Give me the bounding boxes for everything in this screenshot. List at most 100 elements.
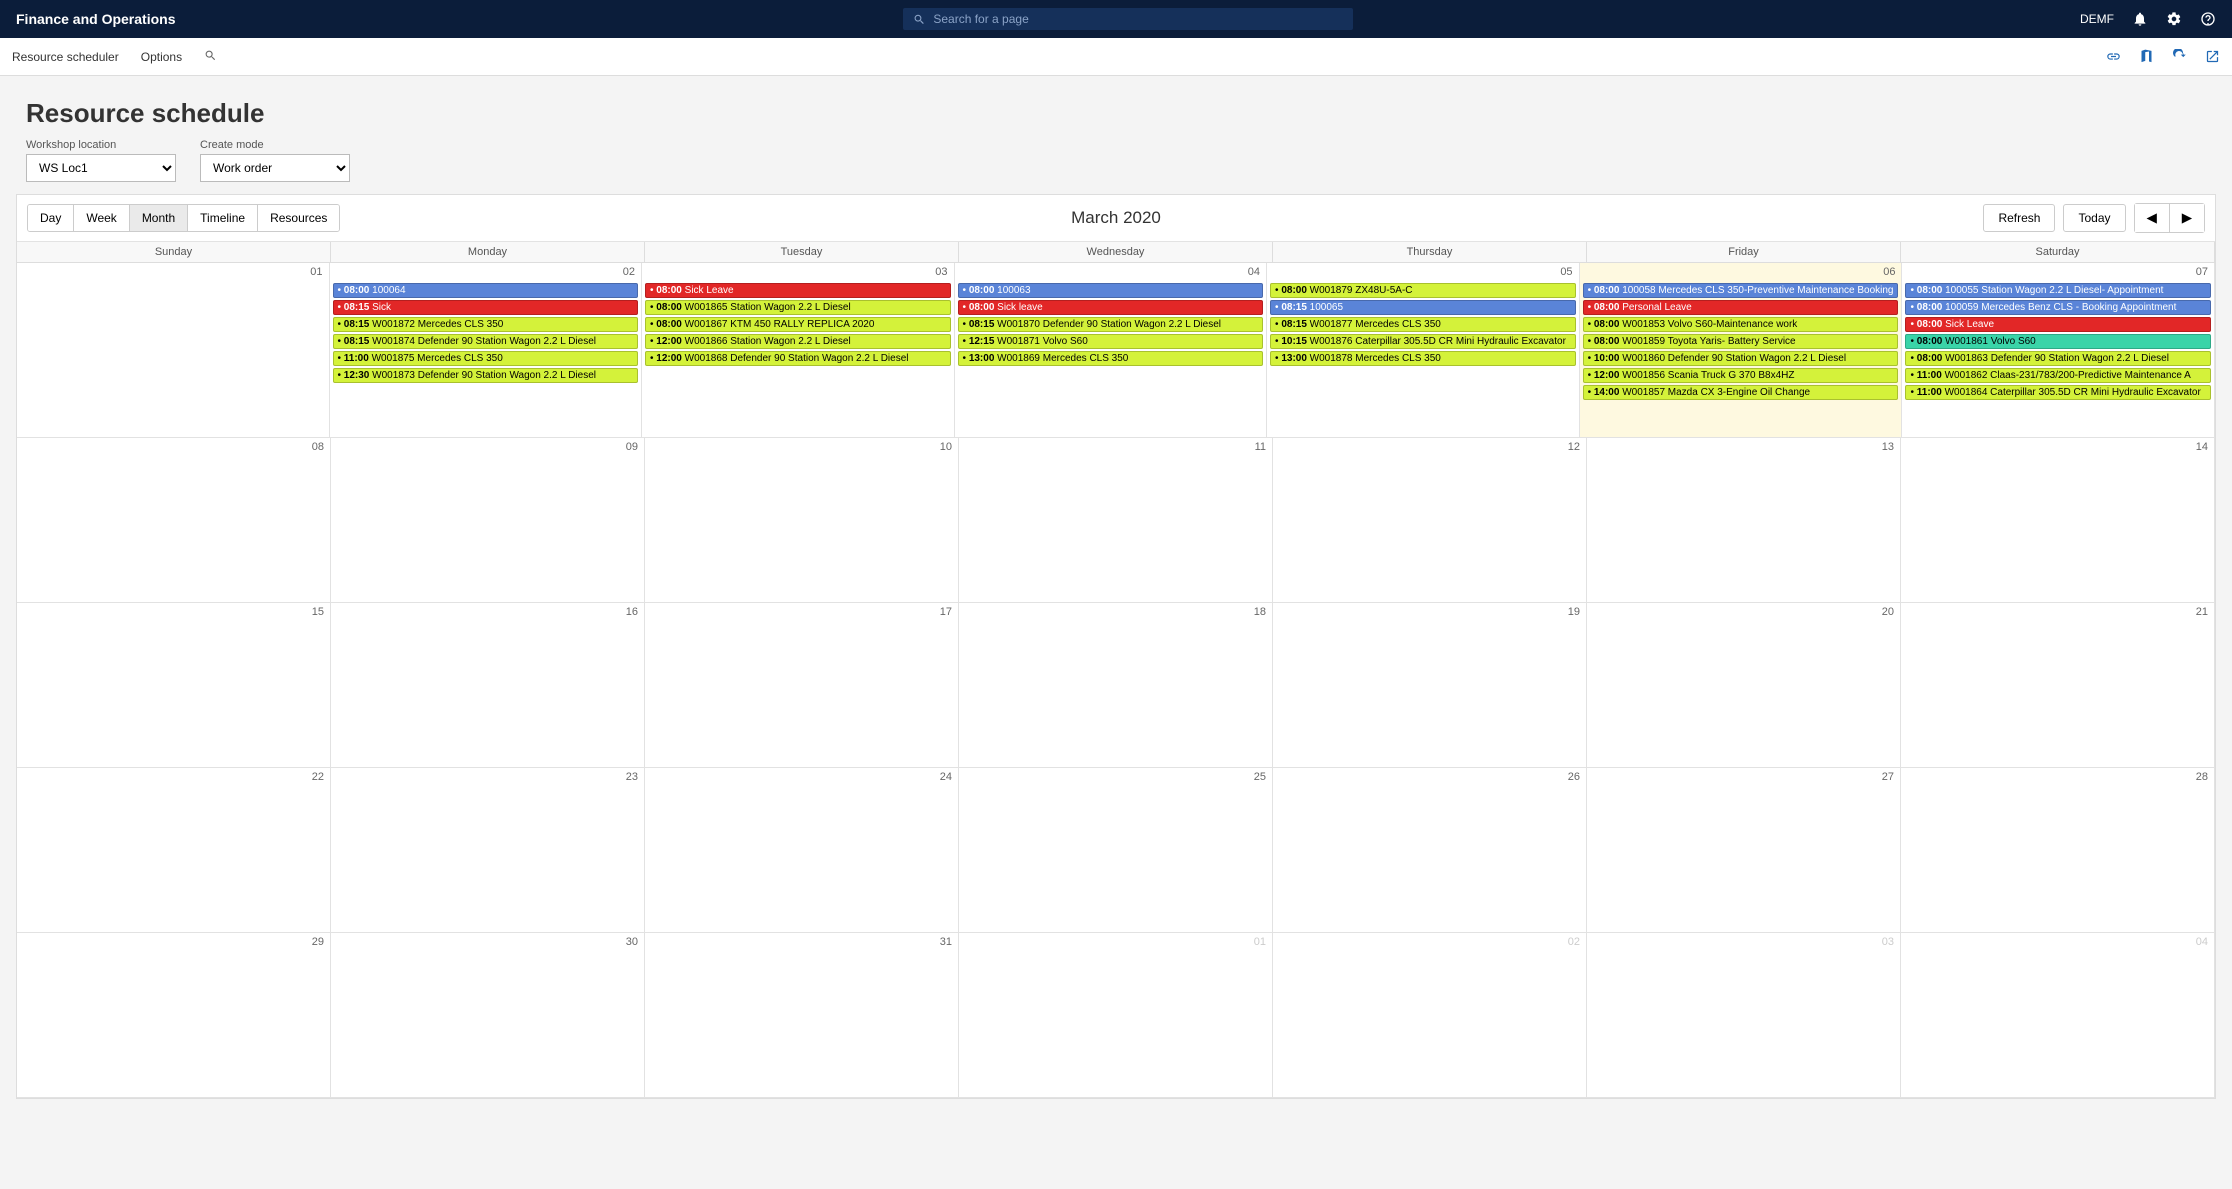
day-cell[interactable]: 29	[17, 933, 331, 1098]
day-cell[interactable]: 24	[645, 768, 959, 933]
calendar-event[interactable]: • 08:15 W001874 Defender 90 Station Wago…	[333, 334, 639, 349]
view-day[interactable]: Day	[28, 205, 74, 231]
tab-options[interactable]: Options	[141, 50, 182, 64]
view-month[interactable]: Month	[130, 205, 188, 231]
calendar-event[interactable]: • 11:00 W001862 Claas-231/783/200-Predic…	[1905, 368, 2211, 383]
day-cell[interactable]: 14	[1901, 438, 2215, 603]
day-cell[interactable]: 12	[1273, 438, 1587, 603]
office-icon[interactable]	[2139, 49, 2154, 64]
calendar-event[interactable]: • 08:00 W001865 Station Wagon 2.2 L Dies…	[645, 300, 951, 315]
calendar-event[interactable]: • 08:00 W001861 Volvo S60	[1905, 334, 2211, 349]
day-cell[interactable]: 05• 08:00 W001879 ZX48U-5A-C• 08:15 1000…	[1267, 263, 1580, 438]
day-cell[interactable]: 22	[17, 768, 331, 933]
day-cell[interactable]: 08	[17, 438, 331, 603]
day-cell[interactable]: 26	[1273, 768, 1587, 933]
calendar-event[interactable]: • 08:00 100055 Station Wagon 2.2 L Diese…	[1905, 283, 2211, 298]
link-icon[interactable]	[2106, 49, 2121, 64]
day-cell[interactable]: 07• 08:00 100055 Station Wagon 2.2 L Die…	[1902, 263, 2215, 438]
company-code[interactable]: DEMF	[2080, 12, 2114, 26]
calendar-event[interactable]: • 11:00 W001875 Mercedes CLS 350	[333, 351, 639, 366]
day-cell[interactable]: 03	[1587, 933, 1901, 1098]
calendar-event[interactable]: • 13:00 W001869 Mercedes CLS 350	[958, 351, 1264, 366]
day-cell[interactable]: 03• 08:00 Sick Leave• 08:00 W001865 Stat…	[642, 263, 955, 438]
day-cell[interactable]: 25	[959, 768, 1273, 933]
calendar-event[interactable]: • 10:15 W001876 Caterpillar 305.5D CR Mi…	[1270, 334, 1576, 349]
view-week[interactable]: Week	[74, 205, 129, 231]
day-cell[interactable]: 09	[331, 438, 645, 603]
next-button[interactable]: ▶	[2170, 204, 2204, 232]
popout-icon[interactable]	[2205, 49, 2220, 64]
global-search[interactable]	[903, 8, 1353, 30]
calendar-event[interactable]: • 14:00 W001857 Mazda CX 3-Engine Oil Ch…	[1583, 385, 1899, 400]
refresh-icon[interactable]	[2172, 49, 2187, 64]
search-input[interactable]	[925, 12, 1342, 26]
day-number: 12	[1568, 441, 1580, 453]
day-cell[interactable]: 30	[331, 933, 645, 1098]
day-number: 23	[626, 771, 638, 783]
day-cell[interactable]: 01	[959, 933, 1273, 1098]
calendar-event[interactable]: • 08:15 Sick	[333, 300, 639, 315]
calendar-event[interactable]: • 12:15 W001871 Volvo S60	[958, 334, 1264, 349]
calendar-event[interactable]: • 08:00 Personal Leave	[1583, 300, 1899, 315]
calendar-event[interactable]: • 08:00 W001867 KTM 450 RALLY REPLICA 20…	[645, 317, 951, 332]
day-cell[interactable]: 02	[1273, 933, 1587, 1098]
view-timeline[interactable]: Timeline	[188, 205, 258, 231]
day-cell[interactable]: 28	[1901, 768, 2215, 933]
day-cell[interactable]: 04• 08:00 100063• 08:00 Sick leave• 08:1…	[955, 263, 1268, 438]
day-cell[interactable]: 23	[331, 768, 645, 933]
calendar-event[interactable]: • 11:00 W001864 Caterpillar 305.5D CR Mi…	[1905, 385, 2211, 400]
day-cell[interactable]: 27	[1587, 768, 1901, 933]
day-cell[interactable]: 06• 08:00 100058 Mercedes CLS 350-Preven…	[1580, 263, 1903, 438]
calendar-event[interactable]: • 08:00 100064	[333, 283, 639, 298]
day-cell[interactable]: 20	[1587, 603, 1901, 768]
day-cell[interactable]: 16	[331, 603, 645, 768]
calendar-event[interactable]: • 13:00 W001878 Mercedes CLS 350	[1270, 351, 1576, 366]
view-resources[interactable]: Resources	[258, 205, 339, 231]
calendar-event[interactable]: • 08:00 100059 Mercedes Benz CLS - Booki…	[1905, 300, 2211, 315]
calendar-event[interactable]: • 08:15 100065	[1270, 300, 1576, 315]
calendar-event[interactable]: • 12:00 W001868 Defender 90 Station Wago…	[645, 351, 951, 366]
calendar-event[interactable]: • 08:00 W001853 Volvo S60-Maintenance wo…	[1583, 317, 1899, 332]
prev-button[interactable]: ◀	[2135, 204, 2170, 232]
day-cell[interactable]: 15	[17, 603, 331, 768]
day-cell[interactable]: 02• 08:00 100064• 08:15 Sick• 08:15 W001…	[330, 263, 643, 438]
calendar-event[interactable]: • 08:00 Sick Leave	[645, 283, 951, 298]
actionbar-search[interactable]	[204, 49, 217, 65]
calendar-event[interactable]: • 08:00 W001863 Defender 90 Station Wago…	[1905, 351, 2211, 366]
day-cell[interactable]: 04	[1901, 933, 2215, 1098]
day-number: 03	[1882, 936, 1894, 948]
calendar-event[interactable]: • 08:00 100058 Mercedes CLS 350-Preventi…	[1583, 283, 1899, 298]
calendar-event[interactable]: • 12:00 W001856 Scania Truck G 370 B8x4H…	[1583, 368, 1899, 383]
calendar-event[interactable]: • 08:15 W001870 Defender 90 Station Wago…	[958, 317, 1264, 332]
create-mode-select[interactable]: Work order	[200, 154, 350, 182]
today-button[interactable]: Today	[2063, 204, 2125, 232]
calendar-event[interactable]: • 08:15 W001877 Mercedes CLS 350	[1270, 317, 1576, 332]
day-number: 21	[2196, 606, 2208, 618]
refresh-button[interactable]: Refresh	[1983, 204, 2055, 232]
bell-icon[interactable]	[2132, 11, 2148, 27]
calendar-event[interactable]: • 08:15 W001872 Mercedes CLS 350	[333, 317, 639, 332]
tab-resource-scheduler[interactable]: Resource scheduler	[12, 50, 119, 64]
day-number: 29	[312, 936, 324, 948]
gear-icon[interactable]	[2166, 11, 2182, 27]
calendar-event[interactable]: • 08:00 Sick leave	[958, 300, 1264, 315]
day-cell[interactable]: 11	[959, 438, 1273, 603]
calendar-event[interactable]: • 08:00 100063	[958, 283, 1264, 298]
day-cell[interactable]: 18	[959, 603, 1273, 768]
calendar-event[interactable]: • 08:00 W001859 Toyota Yaris- Battery Se…	[1583, 334, 1899, 349]
day-cell[interactable]: 19	[1273, 603, 1587, 768]
calendar-event[interactable]: • 08:00 Sick Leave	[1905, 317, 2211, 332]
day-cell[interactable]: 17	[645, 603, 959, 768]
calendar-event[interactable]: • 10:00 W001860 Defender 90 Station Wago…	[1583, 351, 1899, 366]
day-cell[interactable]: 13	[1587, 438, 1901, 603]
day-cell[interactable]: 31	[645, 933, 959, 1098]
day-cell[interactable]: 01	[17, 263, 330, 438]
workshop-location-select[interactable]: WS Loc1	[26, 154, 176, 182]
calendar-event[interactable]: • 08:00 W001879 ZX48U-5A-C	[1270, 283, 1576, 298]
day-cell[interactable]: 10	[645, 438, 959, 603]
search-icon	[913, 13, 926, 26]
day-cell[interactable]: 21	[1901, 603, 2215, 768]
calendar-event[interactable]: • 12:30 W001873 Defender 90 Station Wago…	[333, 368, 639, 383]
help-icon[interactable]	[2200, 11, 2216, 27]
calendar-event[interactable]: • 12:00 W001866 Station Wagon 2.2 L Dies…	[645, 334, 951, 349]
